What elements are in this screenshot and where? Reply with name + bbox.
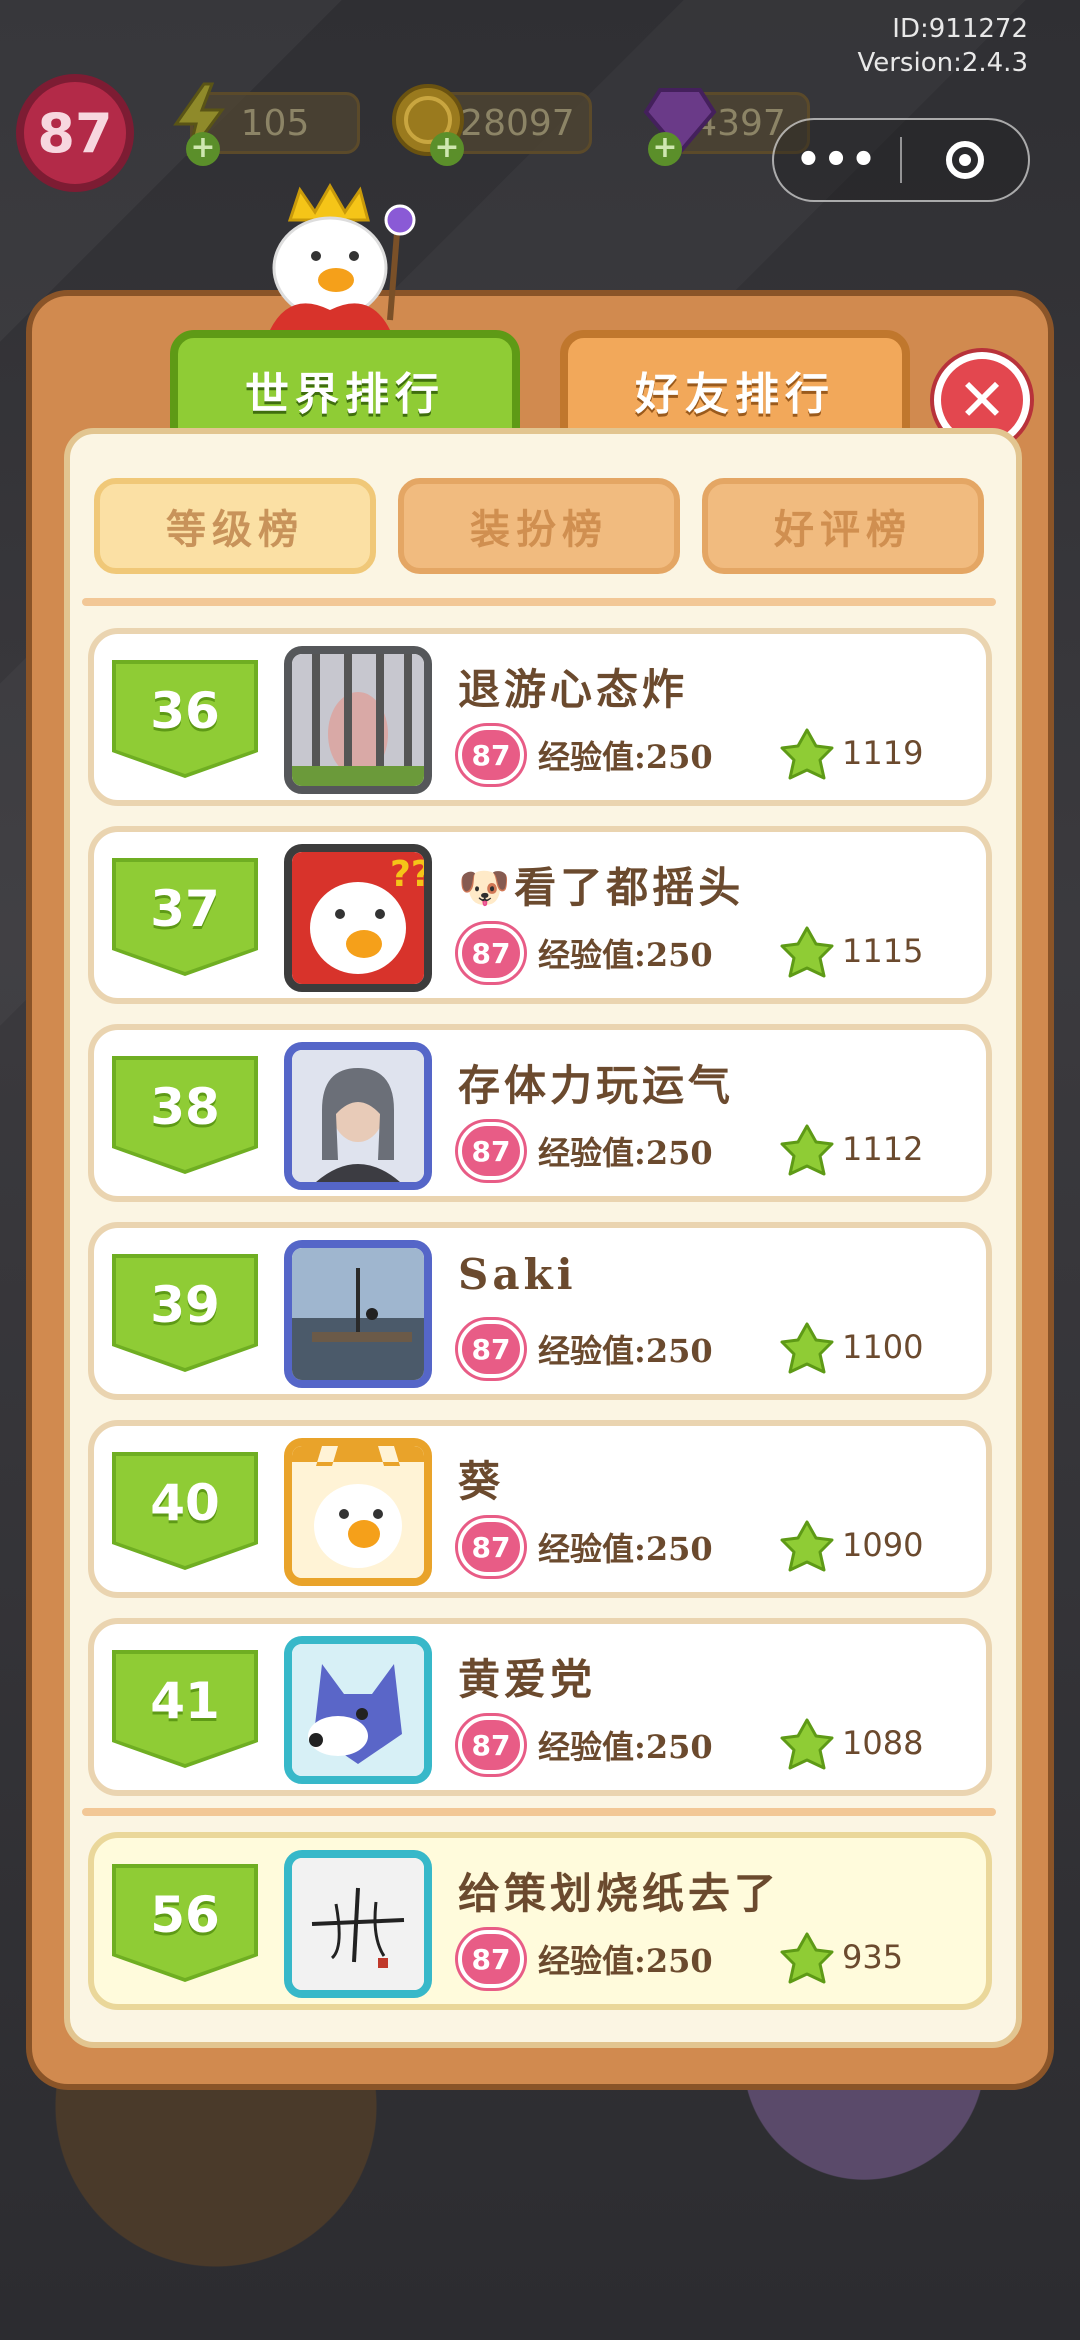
subtab-rating[interactable]: 好评榜	[702, 478, 984, 574]
avatar[interactable]: ??	[284, 844, 432, 992]
avatar[interactable]	[284, 1042, 432, 1190]
score-value: 1100	[842, 1328, 924, 1366]
clover-icon	[780, 1932, 834, 1984]
more-dots-icon: •••	[795, 137, 879, 183]
level-badge: 87	[458, 1320, 524, 1378]
score-value: 1119	[842, 734, 924, 772]
ranking-row[interactable]: 39 Saki 87 经验值:250 1100	[88, 1222, 992, 1400]
add-coins-button[interactable]: +	[430, 132, 464, 166]
clover-icon	[780, 1322, 834, 1374]
subtab-level[interactable]: 等级榜	[94, 478, 376, 574]
exp-label: 经验值:250	[538, 1728, 713, 1766]
ranking-row[interactable]: 37 ?? 🐶看了都摇头 87 经验值:250 1115	[88, 826, 992, 1004]
exp-label: 经验值:250	[538, 1332, 713, 1370]
my-ranking-row[interactable]: 56 给策划烧纸去了 87 经验值:250 935	[88, 1832, 992, 2010]
level-badge: 87	[458, 1716, 524, 1774]
player-level-badge[interactable]: 87	[16, 74, 134, 192]
miniprogram-capsule: •••	[772, 118, 1030, 202]
add-energy-button[interactable]: +	[186, 132, 220, 166]
exp-label: 经验值:250	[538, 1942, 713, 1980]
level-badge: 87	[458, 1518, 524, 1576]
score-value: 1112	[842, 1130, 924, 1168]
clover-icon	[780, 1124, 834, 1176]
level-badge: 87	[458, 1930, 524, 1988]
level-badge: 87	[458, 1122, 524, 1180]
duck-avatar-icon: ??	[292, 852, 424, 984]
more-menu-button[interactable]: •••	[774, 120, 900, 200]
player-name: 给策划烧纸去了	[458, 1869, 781, 1918]
caged-avatar-icon	[292, 654, 424, 786]
subtab-outfit[interactable]: 装扮榜	[398, 478, 680, 574]
ranking-row[interactable]: 36 退游心态炸 87 经验值:250 1119	[88, 628, 992, 806]
exp-label: 经验值:250	[538, 738, 713, 776]
clover-icon	[780, 926, 834, 978]
close-icon: ✕	[957, 366, 1007, 434]
wolf-avatar-icon	[292, 1644, 424, 1776]
target-icon	[946, 141, 984, 179]
score-value: 1115	[842, 932, 924, 970]
exp-label: 经验值:250	[538, 1134, 713, 1172]
ranking-row[interactable]: 38 存体力玩运气 87 经验值:250 1112	[88, 1024, 992, 1202]
player-name: Saki	[458, 1250, 577, 1299]
avatar[interactable]	[284, 1438, 432, 1586]
version-label: Version:2.4.3	[857, 48, 1028, 78]
clover-icon	[780, 1718, 834, 1770]
avatar[interactable]	[284, 1240, 432, 1388]
clover-icon	[780, 728, 834, 780]
player-name: 黄爱党	[458, 1655, 597, 1704]
close-miniprogram-button[interactable]	[902, 120, 1028, 200]
calligraphy-avatar-icon	[292, 1858, 424, 1990]
player-name: 🐶看了都摇头	[458, 863, 745, 912]
player-name: 退游心态炸	[458, 665, 689, 714]
player-name: 葵	[458, 1457, 505, 1506]
duck-king-mascot-icon	[270, 182, 416, 330]
level-badge: 87	[458, 726, 524, 784]
exp-label: 经验值:250	[538, 1530, 713, 1568]
score-value: 1090	[842, 1526, 924, 1564]
level-badge: 87	[458, 924, 524, 982]
exp-label: 经验值:250	[538, 936, 713, 974]
build-info: ID:911272 Version:2.4.3	[857, 12, 1028, 80]
portrait-avatar-icon	[292, 1050, 424, 1182]
player-name: 存体力玩运气	[458, 1061, 735, 1110]
clover-icon	[780, 1520, 834, 1572]
avatar[interactable]	[284, 646, 432, 794]
divider	[82, 598, 996, 606]
tiger-duck-avatar-icon	[292, 1446, 424, 1578]
avatar[interactable]	[284, 1636, 432, 1784]
divider	[82, 1808, 996, 1816]
score-value: 1088	[842, 1724, 924, 1762]
svg-text:??: ??	[390, 854, 424, 895]
score-value: 935	[842, 1938, 904, 1976]
user-id-label: ID:911272	[892, 14, 1028, 44]
ranking-row[interactable]: 40 葵 87 经验值:250 1090	[88, 1420, 992, 1598]
ranking-row[interactable]: 41 黄爱党 87 经验值:250 1088	[88, 1618, 992, 1796]
add-gems-button[interactable]: +	[648, 132, 682, 166]
avatar[interactable]	[284, 1850, 432, 1998]
seaside-avatar-icon	[292, 1248, 424, 1380]
